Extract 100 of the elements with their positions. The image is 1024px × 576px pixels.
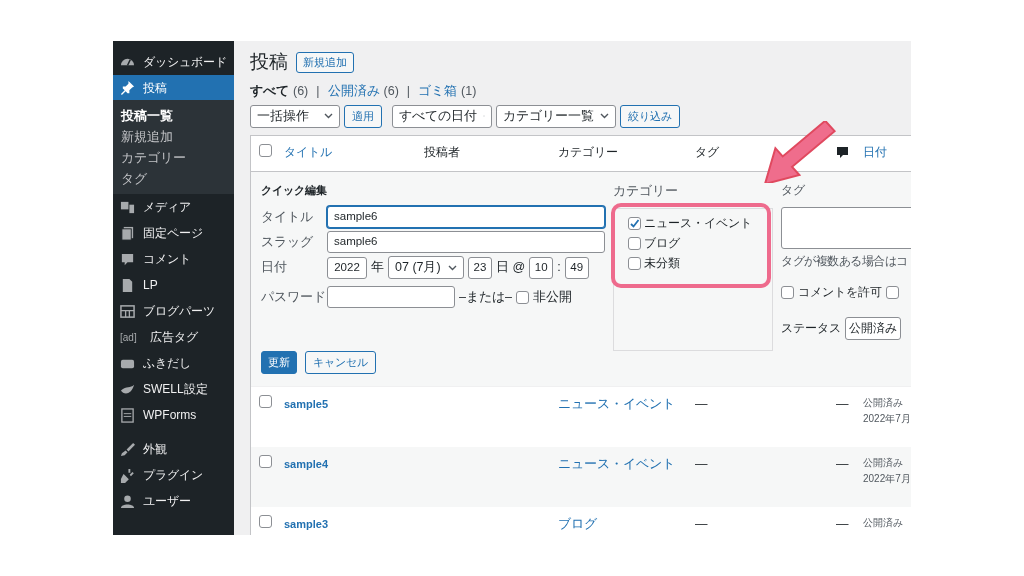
column-header[interactable]: タイトル bbox=[284, 146, 332, 159]
separator-text: | bbox=[406, 82, 411, 100]
submenu-item[interactable]: カテゴリー bbox=[113, 148, 234, 169]
input-field[interactable]: sample6 bbox=[327, 231, 605, 254]
field-label: カテゴリー bbox=[613, 182, 679, 200]
field-label: パスワード bbox=[261, 288, 323, 306]
field-label: タグ bbox=[781, 182, 806, 198]
add-new-button[interactable]: 新規追加 bbox=[296, 52, 354, 73]
colon-text: : bbox=[557, 259, 561, 277]
column-header: タグ bbox=[695, 146, 719, 159]
category-link[interactable]: ブログ bbox=[558, 516, 597, 531]
select-field[interactable]: 一括操作 bbox=[250, 104, 340, 128]
input-field[interactable]: 2022 bbox=[327, 256, 367, 279]
table-cell: — bbox=[836, 396, 849, 411]
checkbox-label: コメントを許可 bbox=[798, 285, 882, 301]
checkbox[interactable] bbox=[886, 286, 899, 300]
input-field[interactable]: sample6 bbox=[327, 206, 605, 229]
submenu-item[interactable]: 新規追加 bbox=[113, 127, 234, 148]
pin-icon bbox=[120, 80, 135, 95]
comment-icon[interactable] bbox=[837, 147, 848, 160]
separator-text: | bbox=[316, 82, 320, 100]
menu-item[interactable]: 投稿 bbox=[113, 75, 234, 100]
checkbox[interactable] bbox=[781, 286, 794, 300]
comment-icon bbox=[120, 251, 135, 267]
post-title-link[interactable]: sample4 bbox=[284, 457, 329, 470]
tags-field[interactable] bbox=[781, 206, 911, 249]
category-link[interactable]: ニュース・イベント bbox=[558, 396, 675, 411]
menu-item[interactable]: ブログパーツ bbox=[113, 298, 234, 324]
view-link[interactable]: 公開済み bbox=[327, 81, 380, 101]
input-field[interactable]: 23 bbox=[468, 256, 492, 279]
status-text: 公開済み bbox=[863, 395, 904, 410]
field-label: タイトル bbox=[261, 208, 314, 226]
brush-icon bbox=[120, 441, 135, 457]
menu-item[interactable]: [ad] 広告タグ bbox=[113, 324, 234, 350]
table-cell: — bbox=[836, 516, 849, 531]
post-title-link[interactable]: sample5 bbox=[284, 397, 329, 410]
menu-item[interactable]: SWELL設定 bbox=[113, 376, 234, 402]
column-header[interactable]: 日付 bbox=[863, 146, 887, 159]
menu-item[interactable]: プラグイン bbox=[113, 462, 234, 488]
date-text: 2022年7月 bbox=[863, 411, 911, 426]
checkbox[interactable] bbox=[515, 290, 529, 304]
select-field[interactable]: カテゴリー一覧 bbox=[496, 104, 616, 128]
post-title-link[interactable]: sample3 bbox=[284, 517, 329, 530]
update-button[interactable]: 更新 bbox=[261, 351, 297, 375]
date-text: 2022年7月 bbox=[863, 471, 911, 486]
page-title: 投稿 bbox=[250, 51, 288, 74]
submenu-item[interactable]: タグ bbox=[113, 169, 234, 190]
checkbox[interactable] bbox=[259, 514, 272, 528]
form-icon bbox=[120, 407, 135, 423]
filter-button[interactable]: 絞り込み bbox=[620, 104, 680, 128]
plug-icon bbox=[120, 467, 135, 483]
checkbox-label: 非公開 bbox=[532, 288, 572, 306]
menu-item[interactable]: 外観 bbox=[113, 436, 234, 462]
table-cell: — bbox=[695, 396, 708, 411]
menu-item[interactable]: 固定ページ bbox=[113, 220, 234, 246]
column-header: カテゴリー bbox=[558, 146, 618, 159]
field-label: ステータス bbox=[781, 321, 841, 337]
checkbox[interactable] bbox=[628, 236, 641, 250]
menu-item[interactable]: ダッシュボード bbox=[113, 49, 234, 75]
menu-item[interactable]: WPForms bbox=[113, 402, 234, 428]
view-link[interactable]: ゴミ箱 bbox=[418, 81, 458, 101]
field-label: スラッグ bbox=[261, 233, 314, 251]
category-link[interactable]: ニュース・イベント bbox=[558, 456, 675, 471]
checkbox[interactable] bbox=[259, 454, 272, 468]
input-field[interactable]: 10 bbox=[529, 256, 554, 279]
menu-item[interactable]: メディア bbox=[113, 194, 234, 220]
password-field[interactable] bbox=[327, 286, 455, 309]
checkbox[interactable] bbox=[628, 216, 641, 230]
column-header: 投稿者 bbox=[424, 146, 460, 159]
checkbox[interactable] bbox=[628, 256, 641, 270]
menu-item[interactable]: LP bbox=[113, 272, 234, 298]
checkbox[interactable] bbox=[259, 143, 272, 157]
table-cell: — bbox=[836, 456, 849, 471]
submenu-item[interactable]: 投稿一覧 bbox=[113, 106, 234, 127]
menu-item[interactable]: ふきだし bbox=[113, 350, 234, 376]
unit-text: 日 @ bbox=[496, 259, 526, 277]
document-icon bbox=[120, 277, 135, 293]
category-option: ブログ bbox=[644, 234, 680, 253]
field-label: 日付 bbox=[261, 259, 288, 277]
or-text: –または– bbox=[459, 288, 512, 306]
status-select[interactable]: 公開済み bbox=[845, 317, 901, 341]
input-field[interactable]: 49 bbox=[564, 256, 589, 279]
month-select[interactable]: 07 (7月) bbox=[388, 256, 464, 280]
pages-icon bbox=[120, 225, 135, 241]
user-icon bbox=[120, 493, 135, 509]
filter-button[interactable]: 適用 bbox=[344, 104, 382, 128]
hint-text: タグが複数ある場合はコ bbox=[781, 254, 908, 267]
count-text: (6) bbox=[383, 82, 399, 100]
table-cell: — bbox=[695, 456, 708, 471]
unit-text: 年 bbox=[371, 259, 384, 277]
menu-item[interactable]: ユーザー bbox=[113, 488, 234, 514]
cancel-button[interactable]: キャンセル bbox=[305, 351, 376, 375]
count-text: (1) bbox=[461, 82, 477, 100]
select-field[interactable]: すべての日付 bbox=[392, 104, 492, 128]
view-link[interactable]: すべて bbox=[250, 81, 289, 101]
grid-icon bbox=[120, 303, 135, 319]
menu-item[interactable]: コメント bbox=[113, 246, 234, 272]
panel-heading: クイック編集 bbox=[261, 182, 328, 198]
count-text: (6) bbox=[293, 82, 309, 100]
checkbox[interactable] bbox=[259, 394, 272, 408]
